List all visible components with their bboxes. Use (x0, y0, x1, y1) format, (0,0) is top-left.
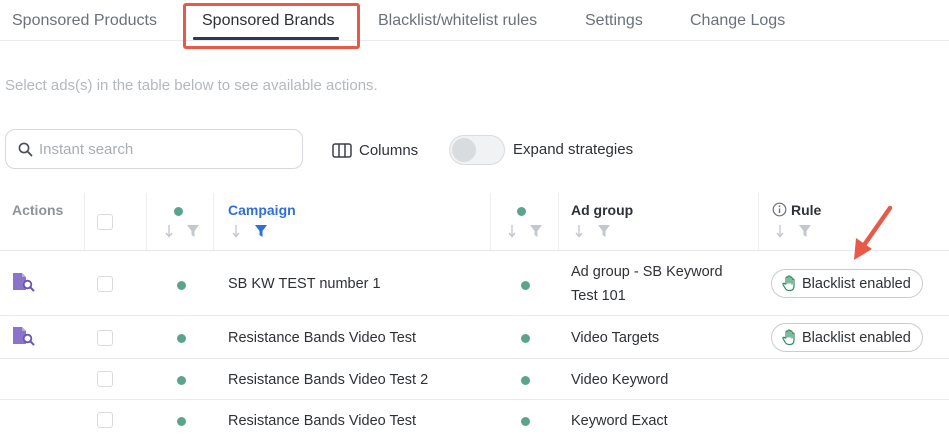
active-tab-indicator (193, 37, 339, 40)
tab-sponsored-brands[interactable]: Sponsored Brands (202, 12, 335, 30)
row-divider (0, 315, 949, 316)
status-dot (177, 417, 186, 426)
status-header-dot (517, 207, 526, 216)
row-checkbox[interactable] (97, 412, 113, 428)
ad-inspect-icon[interactable] (12, 326, 36, 346)
hand-icon (782, 275, 795, 292)
filter-icon[interactable] (798, 224, 812, 238)
column-divider (558, 193, 559, 250)
column-divider (213, 193, 214, 250)
status-dot (177, 334, 186, 343)
ad-group-cell[interactable]: Ad group - SB Keyword Test 101 (571, 260, 746, 308)
rule-badge[interactable]: Blacklist enabled (771, 269, 923, 298)
tab-bar: Sponsored Products Sponsored Brands Blac… (0, 0, 949, 41)
header-rule[interactable]: Rule (791, 202, 821, 218)
row-checkbox[interactable] (97, 330, 113, 346)
ad-inspect-icon[interactable] (12, 272, 36, 292)
rule-badge[interactable]: Blacklist enabled (771, 323, 923, 352)
campaign-cell[interactable]: Resistance Bands Video Test (228, 330, 416, 346)
column-divider (146, 193, 147, 250)
tab-blacklist-whitelist-rules[interactable]: Blacklist/whitelist rules (378, 12, 537, 30)
sort-arrow-icon[interactable] (231, 224, 241, 238)
header-campaign[interactable]: Campaign (228, 202, 296, 218)
row-checkbox[interactable] (97, 371, 113, 387)
campaign-cell[interactable]: SB KW TEST number 1 (228, 276, 381, 292)
ad-group-cell[interactable]: Keyword Exact (571, 413, 668, 429)
columns-icon (332, 142, 352, 158)
hand-icon (782, 329, 795, 346)
search-input[interactable] (39, 138, 294, 160)
column-divider (84, 193, 85, 250)
status-header-dot (174, 207, 183, 216)
ad-group-cell[interactable]: Video Keyword (571, 372, 668, 388)
filter-icon[interactable] (597, 224, 611, 238)
columns-label: Columns (359, 141, 419, 159)
row-divider (0, 358, 949, 359)
header-ad-group[interactable]: Ad group (571, 202, 633, 218)
status-dot (177, 376, 186, 385)
annotation-arrow-icon (854, 205, 893, 260)
rule-badge-label: Blacklist enabled (802, 329, 911, 346)
column-divider (758, 193, 759, 250)
filter-icon[interactable] (186, 224, 200, 238)
status-dot (521, 376, 530, 385)
header-actions: Actions (12, 202, 64, 218)
search-icon (18, 142, 33, 157)
toggle-knob (452, 138, 476, 162)
expand-strategies-toggle[interactable] (449, 135, 505, 165)
columns-button[interactable]: Columns (332, 140, 418, 160)
row-divider (0, 399, 949, 400)
ad-group-cell[interactable]: Video Targets (571, 330, 659, 346)
status-dot (177, 281, 186, 290)
select-all-checkbox[interactable] (97, 214, 113, 230)
selection-hint: Select ads(s) in the table below to see … (5, 77, 378, 94)
filter-active-icon[interactable] (254, 224, 268, 238)
tab-change-logs[interactable]: Change Logs (690, 12, 785, 30)
status-dot (521, 281, 530, 290)
info-icon[interactable] (772, 202, 787, 217)
rule-badge-label: Blacklist enabled (802, 275, 911, 292)
status-dot (521, 334, 530, 343)
sort-arrow-icon[interactable] (574, 224, 584, 238)
status-dot (521, 417, 530, 426)
search-box (5, 129, 303, 169)
column-divider (490, 193, 491, 250)
tab-sponsored-products[interactable]: Sponsored Products (12, 12, 157, 30)
tab-settings[interactable]: Settings (585, 12, 643, 30)
row-checkbox[interactable] (97, 276, 113, 292)
sort-arrow-icon[interactable] (164, 224, 174, 238)
sort-arrow-icon[interactable] (507, 224, 517, 238)
header-divider (0, 250, 949, 251)
campaign-cell[interactable]: Resistance Bands Video Test (228, 413, 416, 429)
filter-icon[interactable] (529, 224, 543, 238)
expand-strategies-label: Expand strategies (513, 141, 634, 158)
sort-arrow-icon[interactable] (775, 224, 785, 238)
campaign-cell[interactable]: Resistance Bands Video Test 2 (228, 372, 428, 388)
